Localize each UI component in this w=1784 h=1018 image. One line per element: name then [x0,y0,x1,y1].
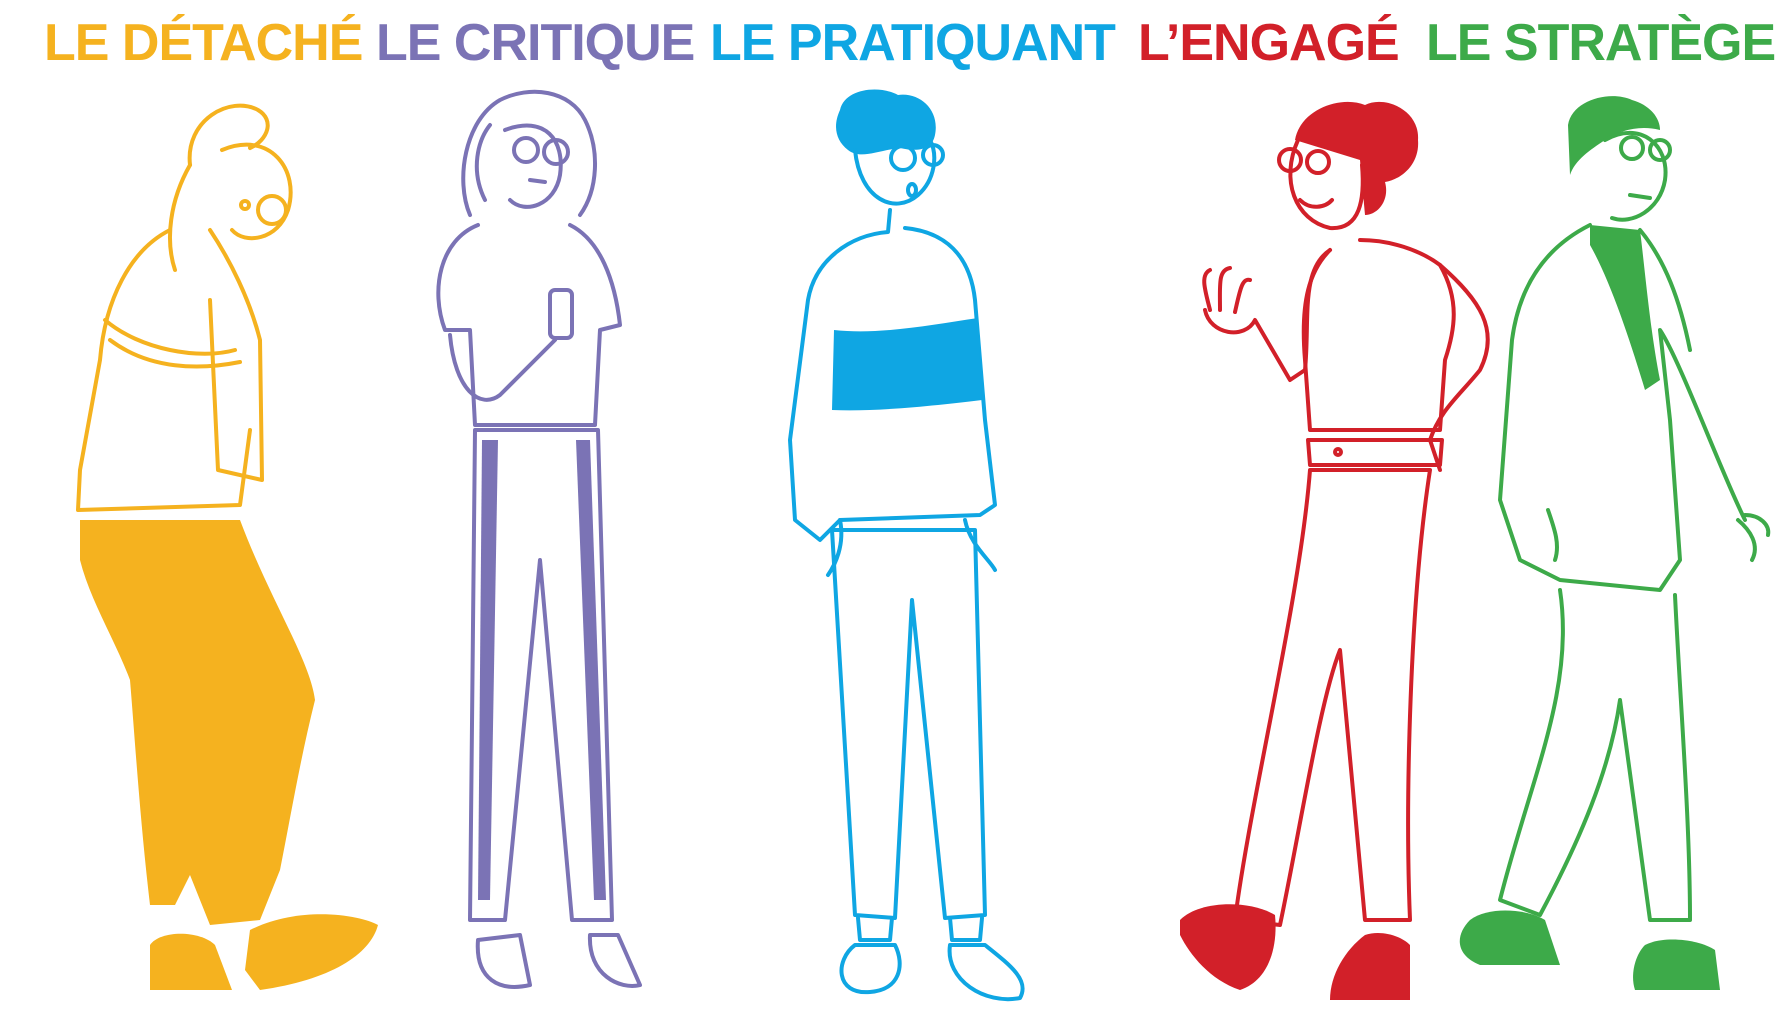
figure-engage [1180,101,1490,1000]
figure-pratiquant [788,89,1025,1002]
title-pratiquant: LE PRATIQUANT [710,14,1116,72]
title-stratege: LE STRATÈGE [1426,14,1776,72]
title-critique: LE CRITIQUE [376,14,695,72]
figure-stratege [1459,96,1771,990]
figure-detache [76,103,378,990]
persona-titles: LE DÉTACHÉ LE CRITIQUE LE PRATIQUANT L’E… [0,8,1784,78]
illustration [76,89,1771,1002]
title-engage: L’ENGAGÉ [1138,14,1400,72]
title-detache: LE DÉTACHÉ [44,14,363,72]
figure-critique [436,89,642,989]
